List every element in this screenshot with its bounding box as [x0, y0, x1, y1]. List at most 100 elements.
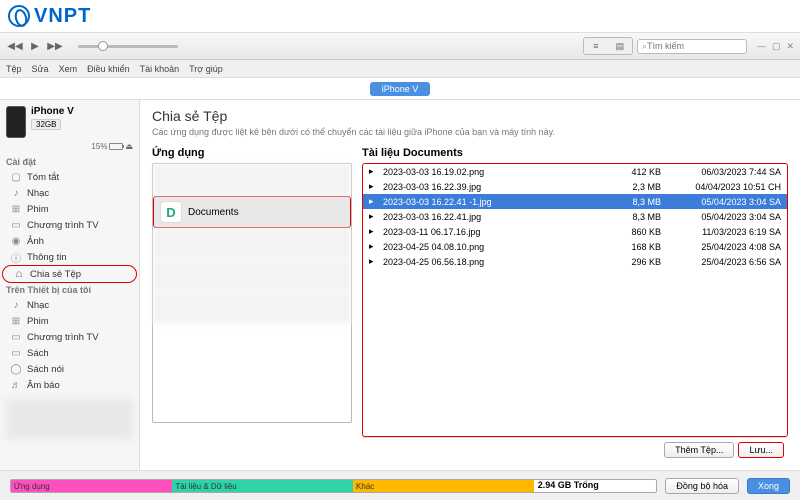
file-icon: ▸ [369, 256, 379, 267]
sidebar-item[interactable]: ♬ Âm báo [0, 377, 139, 393]
app-label: Documents [188, 207, 239, 218]
doc-row[interactable]: ▸ 2023-03-03 16.19.02.png412 KB06/03/2023… [363, 164, 787, 179]
sidebar-item-label: Nhạc [27, 300, 49, 311]
device-bar: iPhone V [0, 78, 800, 100]
docs-list[interactable]: ▸ 2023-03-03 16.19.02.png412 KB06/03/2023… [363, 164, 787, 436]
doc-size: 8,3 MB [611, 212, 661, 222]
sidebar-item-label: Phim [27, 204, 49, 215]
battery-icon [109, 143, 123, 150]
doc-row[interactable]: ▸2023-03-03 16.22.41 -1.jpg8,3 MB05/04/2… [363, 194, 787, 209]
device-battery: 15% ⏏ [0, 142, 139, 155]
menu-item[interactable]: Tệp [6, 64, 22, 74]
sidebar-item-label: Sách nói [27, 364, 64, 375]
sidebar-item[interactable]: ⩍ Chia sẻ Tệp [2, 265, 137, 283]
sidebar-item-icon: ♬ [10, 379, 22, 391]
volume-slider[interactable] [78, 45, 178, 48]
menu-item[interactable]: Sửa [32, 64, 49, 74]
sidebar-item-icon: ⓘ [10, 251, 22, 263]
save-button[interactable]: Lưu... [738, 442, 784, 458]
close-button[interactable]: ✕ [786, 41, 794, 52]
sidebar-item-icon: ⊞ [10, 203, 22, 215]
doc-date: 25/04/2023 4:08 SA [661, 242, 781, 252]
done-button[interactable]: Xong [747, 478, 790, 494]
menu-item[interactable]: Tài khoản [140, 64, 180, 74]
doc-date: 25/04/2023 6:56 SA [661, 257, 781, 267]
sidebar-item[interactable]: ▢Tóm tắt [0, 169, 139, 185]
apps-list[interactable]: D Documents [152, 163, 352, 423]
app-row-blurred [153, 260, 351, 292]
sidebar-item[interactable]: ▭Sách [0, 345, 139, 361]
sidebar-item[interactable]: ⊞ Phim [0, 201, 139, 217]
sidebar-item[interactable]: ▭Chương trình TV [0, 217, 139, 233]
maximize-button[interactable]: ▢ [772, 41, 781, 52]
sidebar-item[interactable]: ♪ Nhạc [0, 297, 139, 313]
app-row-documents[interactable]: D Documents [153, 196, 351, 228]
sidebar-item[interactable]: ⓘThông tin [0, 249, 139, 265]
menu-item[interactable]: Trợ giúp [189, 64, 223, 74]
doc-date: 04/04/2023 10:51 CH [661, 182, 781, 192]
footer: Ứng dụngTài liệu & Dữ liệuKhác2.94 GB Tr… [0, 470, 800, 500]
doc-name: 2023-04-25 06.56.18.png [383, 257, 611, 267]
doc-row[interactable]: ▸ 2023-04-25 06.56.18.png296 KB25/04/2023… [363, 254, 787, 269]
eject-icon[interactable]: ⏏ [125, 142, 133, 151]
doc-date: 05/04/2023 3:04 SA [661, 212, 781, 222]
sidebar: iPhone V 32GB 15% ⏏ Cài đặt ▢Tóm tắt ♪ Nhạ… [0, 100, 140, 470]
storage-free: 2.94 GB Trống [534, 480, 657, 492]
device-name: iPhone V [31, 106, 133, 117]
doc-size: 412 KB [611, 167, 661, 177]
search-input[interactable] [647, 41, 737, 51]
sidebar-item[interactable]: ♪Nhạc [0, 185, 139, 201]
add-file-button[interactable]: Thêm Tệp... [664, 442, 734, 458]
storage-segment: Khác [353, 480, 534, 492]
doc-row[interactable]: ▸2023-03-03 16.22.39.jpg2,3 MB04/04/2023… [363, 179, 787, 194]
doc-name: 2023-04-25 04.08.10.png [383, 242, 611, 252]
doc-name: 2023-03-03 16.19.02.png [383, 167, 611, 177]
doc-size: 296 KB [611, 257, 661, 267]
sidebar-item[interactable]: ▭ Chương trình TV [0, 329, 139, 345]
prev-button[interactable]: ◀◀ [6, 38, 24, 54]
device-pill[interactable]: iPhone V [370, 82, 431, 96]
sidebar-item-icon: ▭ [10, 331, 22, 343]
storage-bar: Ứng dụngTài liệu & Dữ liệuKhác2.94 GB Tr… [10, 479, 657, 493]
app-row-blurred [153, 164, 351, 196]
menu-item[interactable]: Xem [59, 64, 78, 74]
play-button[interactable]: ▶ [26, 38, 44, 54]
view-toggle[interactable]: ≡ ▤ [583, 37, 633, 55]
content-area: Chia sẻ Tệp Các ứng dụng được liệt kê bê… [140, 100, 800, 470]
sidebar-item-icon: ♪ [10, 299, 22, 311]
storage-segment: Tài liệu & Dữ liệu [172, 480, 353, 492]
storage-segment: Ứng dụng [11, 480, 172, 492]
doc-row[interactable]: ▸2023-04-25 04.08.10.png168 KB25/04/2023… [363, 239, 787, 254]
doc-date: 06/03/2023 7:44 SA [661, 167, 781, 177]
next-button[interactable]: ▶▶ [46, 38, 64, 54]
doc-name: 2023-03-03 16.22.39.jpg [383, 182, 611, 192]
minimize-button[interactable]: — [757, 41, 766, 52]
sidebar-item-label: Phim [27, 316, 49, 327]
sidebar-item-label: Chương trình TV [27, 220, 99, 231]
sidebar-section-settings: Cài đặt [0, 155, 139, 169]
sidebar-item-label: Chia sẻ Tệp [30, 269, 81, 280]
device-thumbnail [6, 106, 26, 138]
doc-size: 2,3 MB [611, 182, 661, 192]
doc-row[interactable]: ▸2023-03-11 06.17.16.jpg860 KB11/03/2023… [363, 224, 787, 239]
sidebar-item[interactable]: ◯Sách nói [0, 361, 139, 377]
file-icon: ▸ [369, 166, 379, 177]
sidebar-item-label: Âm báo [27, 380, 60, 391]
sidebar-item-icon: ⩍ [13, 268, 25, 280]
doc-size: 168 KB [611, 242, 661, 252]
doc-date: 11/03/2023 6:19 SA [661, 227, 781, 237]
documents-app-icon: D [160, 201, 182, 223]
list-view-icon[interactable]: ≡ [584, 38, 608, 54]
search-box[interactable]: ⌕ [637, 39, 747, 54]
toolbar: ◀◀ ▶ ▶▶ ≡ ▤ ⌕ — ▢ ✕ [0, 32, 800, 60]
sidebar-item[interactable]: ◉Ảnh [0, 233, 139, 249]
sidebar-item[interactable]: ⊞Phim [0, 313, 139, 329]
sync-button[interactable]: Đồng bộ hóa [665, 478, 739, 494]
device-storage: 32GB [31, 119, 61, 130]
menu-item[interactable]: Điều khiển [87, 64, 130, 74]
sidebar-item-label: Chương trình TV [27, 332, 99, 343]
sidebar-item-label: Nhạc [27, 188, 49, 199]
grid-view-icon[interactable]: ▤ [608, 38, 632, 54]
doc-row[interactable]: ▸2023-03-03 16.22.41.jpg8,3 MB05/04/2023… [363, 209, 787, 224]
file-icon: ▸ [369, 196, 379, 207]
